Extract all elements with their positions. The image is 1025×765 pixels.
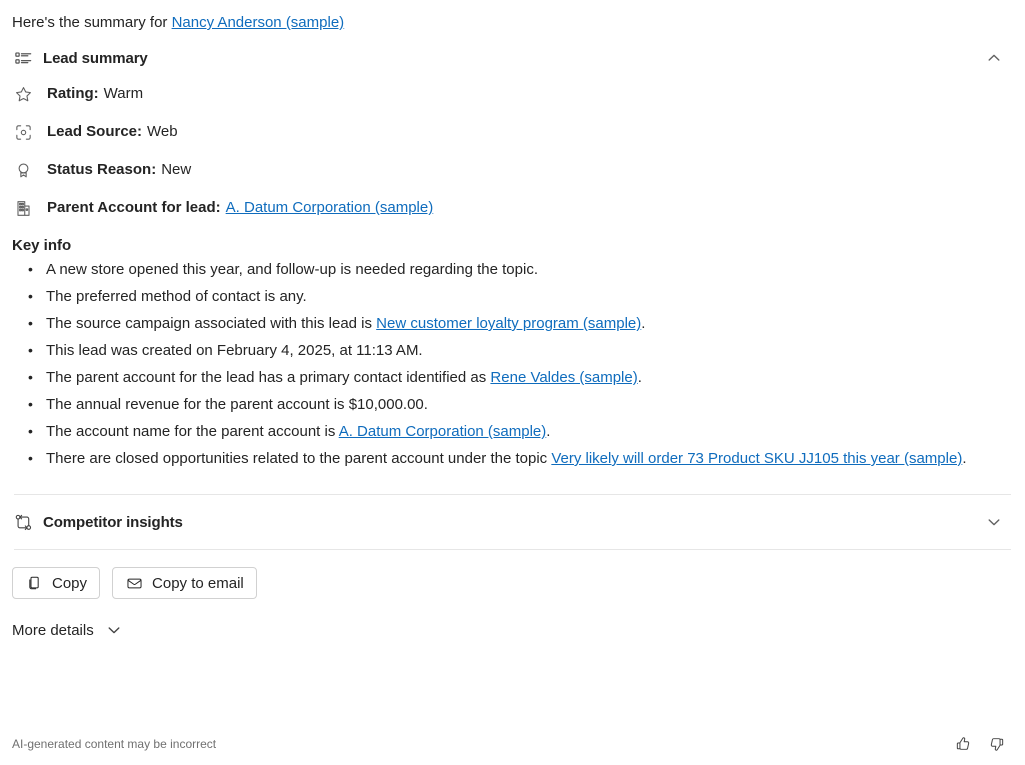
lead-summary-title: Lead summary — [43, 49, 148, 67]
key-info-item: There are closed opportunities related t… — [28, 445, 1013, 472]
attribute-row-rating: Rating: Warm — [12, 75, 1013, 113]
key-info-item: The preferred method of contact is any. — [28, 283, 1013, 310]
attribute-label: Status Reason: — [47, 161, 157, 178]
more-details-label: More details — [12, 621, 94, 639]
intro-line: Here's the summary for Nancy Anderson (s… — [12, 0, 1013, 33]
attribute-value: New — [161, 161, 192, 178]
key-info-text: . — [641, 315, 646, 332]
attribute-label: Rating: — [47, 85, 99, 102]
key-info-text: The account name for the parent account … — [46, 423, 339, 440]
parent-account-link[interactable]: A. Datum Corporation (sample) — [226, 198, 434, 218]
thumb-like-icon[interactable] — [953, 734, 973, 754]
attribute-label: Parent Account for lead: — [47, 199, 221, 216]
chevron-up-icon[interactable] — [983, 47, 1005, 69]
ribbon-icon — [12, 159, 34, 181]
copy-to-email-button[interactable]: Copy to email — [112, 567, 257, 599]
chevron-down-icon[interactable] — [983, 511, 1005, 533]
lead-summary-panel: Here's the summary for Nancy Anderson (s… — [0, 0, 1025, 765]
key-info-text: The preferred method of contact is any. — [46, 288, 307, 305]
key-info-text: The annual revenue for the parent accoun… — [46, 396, 428, 413]
key-info-text: There are closed opportunities related t… — [46, 450, 552, 467]
attribute-label: Lead Source: — [47, 123, 143, 140]
key-info-text: . — [637, 369, 642, 386]
copy-icon — [25, 574, 43, 592]
lead-summary-header[interactable]: Lead summary — [12, 41, 1013, 75]
key-info-item: The account name for the parent account … — [28, 418, 1013, 445]
key-info-link[interactable]: Rene Valdes (sample) — [490, 369, 637, 386]
ai-disclaimer: AI-generated content may be incorrect — [12, 737, 217, 751]
attribute-row-lead-source: Lead Source: Web — [12, 113, 1013, 151]
key-info-text: The source campaign associated with this… — [46, 315, 377, 332]
key-info-text: This lead was created on February 4, 202… — [46, 342, 423, 359]
feedback-controls — [953, 734, 1013, 754]
chevron-down-icon — [104, 620, 124, 640]
key-info-text: The parent account for the lead has a pr… — [46, 369, 491, 386]
key-info-text: . — [546, 423, 551, 440]
thumb-dislike-icon[interactable] — [987, 734, 1007, 754]
star-icon — [12, 83, 34, 105]
copy-to-email-button-label: Copy to email — [152, 574, 244, 592]
key-info-item: This lead was created on February 4, 202… — [28, 337, 1013, 364]
intro-prefix: Here's the summary for — [12, 14, 172, 31]
branch-swap-icon — [12, 511, 34, 533]
copy-button[interactable]: Copy — [12, 567, 101, 599]
target-icon — [12, 121, 34, 143]
attribute-row-parent-account: Parent Account for lead: A. Datum Corpor… — [12, 189, 1013, 227]
key-info-item: A new store opened this year, and follow… — [28, 256, 1013, 283]
key-info-link[interactable]: Very likely will order 73 Product SKU JJ… — [551, 450, 962, 467]
key-info-title: Key info — [12, 237, 72, 254]
action-buttons: Copy Copy to email — [12, 550, 1013, 599]
competitor-insights-title: Competitor insights — [43, 513, 183, 531]
key-info-link[interactable]: New customer loyalty program (sample) — [376, 315, 641, 332]
attribute-value: Warm — [103, 85, 144, 102]
key-info-text: A new store opened this year, and follow… — [46, 261, 538, 278]
mail-icon — [125, 574, 143, 592]
copy-button-label: Copy — [52, 574, 88, 592]
attribute-row-status-reason: Status Reason: New — [12, 151, 1013, 189]
key-info-link[interactable]: A. Datum Corporation (sample) — [339, 423, 547, 440]
competitor-insights-header[interactable]: Competitor insights — [12, 495, 1013, 549]
key-info-item: The source campaign associated with this… — [28, 310, 1013, 337]
bulleted-list-icon — [12, 47, 34, 69]
key-info-list: A new store opened this year, and follow… — [12, 256, 1013, 472]
attribute-value: Web — [147, 123, 178, 140]
key-info-text: . — [962, 450, 967, 467]
key-info-item: The parent account for the lead has a pr… — [28, 364, 1013, 391]
key-info-item: The annual revenue for the parent accoun… — [28, 391, 1013, 418]
building-icon — [12, 197, 34, 219]
footer: AI-generated content may be incorrect — [12, 731, 1013, 757]
more-details-toggle[interactable]: More details — [12, 620, 124, 640]
lead-name-link[interactable]: Nancy Anderson (sample) — [172, 14, 345, 31]
